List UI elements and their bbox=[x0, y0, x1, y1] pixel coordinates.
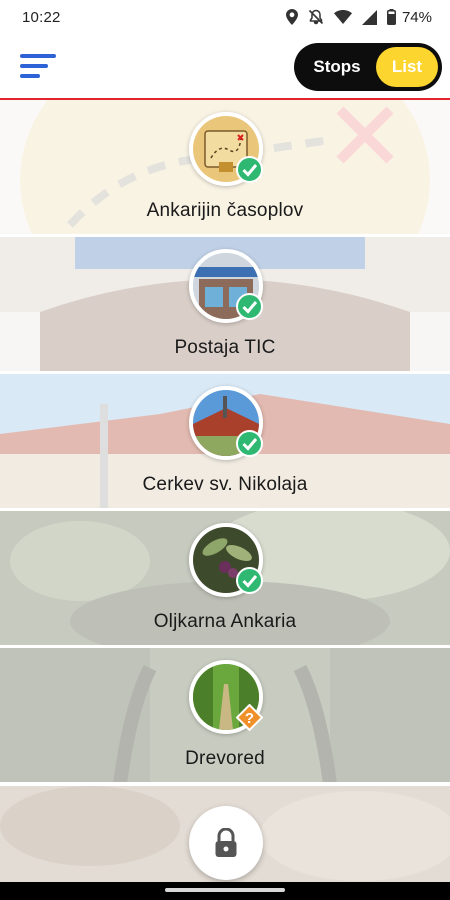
status-time: 10:22 bbox=[22, 8, 61, 26]
stop-name: Ankarijin časoplov bbox=[146, 200, 304, 221]
stop-name: Cerkev sv. Nikolaja bbox=[142, 474, 308, 495]
view-toggle: Stops List bbox=[294, 43, 442, 91]
system-nav-bar bbox=[0, 882, 450, 900]
check-icon bbox=[236, 156, 263, 183]
battery-percent: 74% bbox=[401, 8, 432, 26]
stop-name: Drevored bbox=[185, 748, 265, 769]
stops-list: Ankarijin časoplov Postaja TIC Cerkev sv… bbox=[0, 100, 450, 882]
location-icon bbox=[285, 9, 298, 25]
svg-text:?: ? bbox=[245, 710, 254, 727]
app-header: Stops List bbox=[0, 34, 450, 100]
padlock-icon[interactable] bbox=[189, 806, 263, 880]
stop-item[interactable]: Ankarijin časoplov bbox=[0, 100, 450, 236]
stop-name: Oljkarna Ankaria bbox=[153, 611, 297, 632]
mute-icon bbox=[308, 9, 324, 25]
check-icon bbox=[236, 567, 263, 594]
check-icon bbox=[236, 430, 263, 457]
stop-name: Postaja TIC bbox=[174, 337, 276, 358]
stop-item[interactable]: Cerkev sv. Nikolaja bbox=[0, 374, 450, 510]
toggle-list[interactable]: List bbox=[376, 47, 438, 87]
stop-item[interactable]: Postaja TIC bbox=[0, 237, 450, 373]
wifi-icon bbox=[333, 10, 352, 24]
status-icons: 74% bbox=[285, 8, 432, 26]
home-handle[interactable] bbox=[165, 888, 285, 892]
question-icon: ? bbox=[235, 703, 264, 732]
battery-icon bbox=[386, 9, 396, 25]
signal-icon bbox=[361, 9, 377, 25]
status-bar: 10:22 74% bbox=[0, 0, 450, 34]
stop-item[interactable]: Oljkarna Ankaria bbox=[0, 511, 450, 647]
stop-item[interactable]: ? Drevored bbox=[0, 648, 450, 784]
check-icon bbox=[236, 293, 263, 320]
toggle-stops[interactable]: Stops bbox=[298, 47, 376, 87]
hamburger-menu-icon[interactable] bbox=[20, 50, 58, 82]
